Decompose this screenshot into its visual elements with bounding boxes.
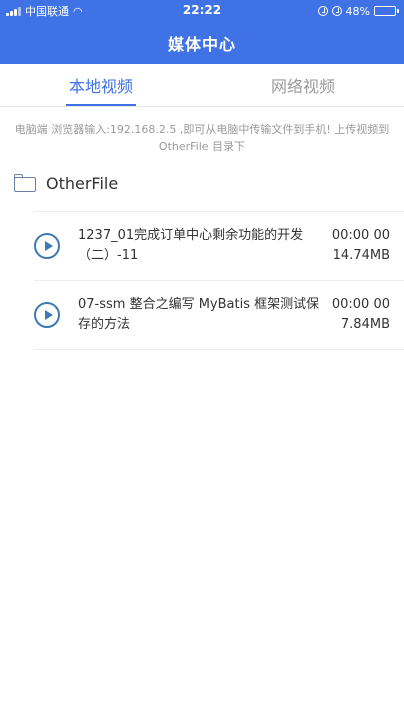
video-meta: 00:00 00 14.74MB: [332, 226, 390, 266]
tab-network-video[interactable]: 网络视频: [202, 64, 404, 106]
video-list: 1237_01完成订单中心剩余功能的开发（二）-11 00:00 00 14.7…: [0, 211, 404, 350]
play-icon[interactable]: [34, 233, 60, 259]
tab-local-video[interactable]: 本地视频: [0, 64, 202, 106]
play-icon[interactable]: [34, 302, 60, 328]
wifi-icon: ◠: [73, 4, 83, 18]
video-item[interactable]: 1237_01完成订单中心剩余功能的开发（二）-11 00:00 00 14.7…: [34, 211, 404, 280]
battery-percent: 48%: [345, 4, 370, 18]
video-size: 14.74MB: [332, 248, 390, 263]
battery-icon: [374, 6, 399, 16]
status-left: 中国联通 ◠: [6, 3, 83, 19]
folder-otherfile[interactable]: OtherFile: [0, 161, 404, 205]
carrier-label: 中国联通: [25, 5, 69, 18]
tab-active-indicator: [66, 104, 136, 106]
folder-name: OtherFile: [46, 173, 119, 193]
upload-hint: 电脑端 浏览器输入:192.168.2.5 ,即可从电脑中传输文件到手机! 上传…: [14, 123, 390, 153]
tab-bar: 本地视频 网络视频: [0, 64, 404, 107]
status-bar: 中国联通 ◠ 22:22 48%: [0, 0, 404, 22]
video-title: 07-ssm 整合之编写 MyBatis 框架测试保存的方法: [78, 297, 320, 332]
folder-icon: [14, 174, 36, 192]
tab-local-video-label: 本地视频: [68, 77, 133, 96]
status-right: 48%: [317, 4, 399, 18]
video-size: 7.84MB: [340, 317, 390, 332]
orientation-lock-icon: [317, 6, 328, 16]
tab-network-video-label: 网络视频: [270, 77, 335, 96]
video-duration: 00:00 00: [331, 297, 390, 312]
video-duration: 00:00 00: [331, 228, 390, 243]
alarm-icon: [331, 6, 342, 16]
signal-icon: [6, 6, 21, 16]
page-title: 媒体中心: [167, 35, 236, 54]
video-item[interactable]: 07-ssm 整合之编写 MyBatis 框架测试保存的方法 00:00 00 …: [34, 280, 404, 350]
video-title: 1237_01完成订单中心剩余功能的开发（二）-11: [78, 228, 304, 263]
media-center-screen: 中国联通 ◠ 22:22 48% 媒体中心 本地视频 网络视频 电脑端 浏览器输…: [0, 0, 404, 720]
top-bar: 中国联通 ◠ 22:22 48% 媒体中心: [0, 0, 404, 64]
video-meta: 00:00 00 7.84MB: [332, 295, 390, 335]
